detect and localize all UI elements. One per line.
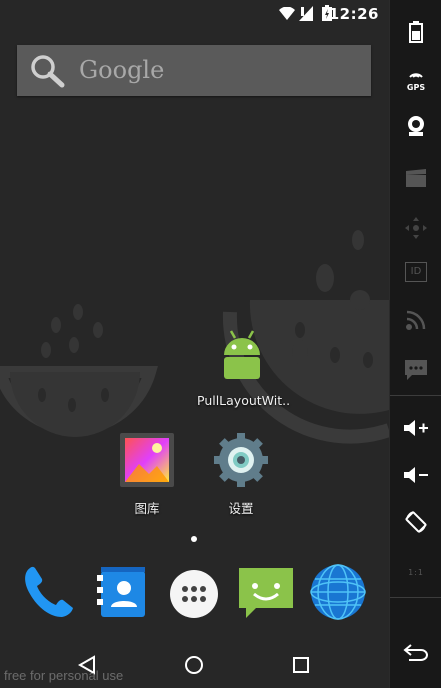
emulator-back-button[interactable]	[390, 632, 441, 672]
volume-up-icon	[404, 420, 428, 436]
emulator-device-id-button[interactable]: ID	[390, 252, 441, 292]
status-clock: 12:26	[328, 5, 379, 23]
phone-icon[interactable]	[18, 562, 78, 622]
page-indicator	[191, 536, 197, 542]
globe-icon[interactable]	[309, 563, 367, 621]
emulator-rotate-button[interactable]	[390, 502, 441, 542]
signal-icon	[299, 6, 313, 21]
sms-icon	[405, 360, 427, 380]
emulator-battery-button[interactable]	[390, 12, 441, 52]
app-label: PullLayoutWit..	[197, 393, 291, 408]
gps-label: GPS	[406, 83, 426, 92]
toolbar-divider	[390, 597, 441, 598]
dpad-icon	[405, 217, 427, 239]
gps-signal-icon	[409, 73, 423, 78]
android-app-icon	[224, 330, 260, 379]
volume-down-icon	[404, 467, 428, 483]
android-home-screen: 12:26 Google PullLayoutWit.. 图库 设置 free …	[0, 0, 389, 688]
battery-icon	[409, 21, 423, 43]
wifi-icon	[279, 7, 295, 20]
app-pulllayout[interactable]: PullLayoutWit..	[197, 325, 291, 408]
emulator-volume-up-button[interactable]	[390, 408, 441, 448]
google-search-bar[interactable]: Google	[17, 45, 371, 96]
device-id-label: ID	[405, 262, 427, 282]
messaging-icon[interactable]	[236, 562, 298, 622]
emulator-dpad-button[interactable]	[390, 208, 441, 248]
emulator-media-button[interactable]	[390, 158, 441, 198]
emulator-toolbar: GPS ID 1:1	[389, 0, 441, 688]
recents-icon[interactable]	[292, 656, 310, 674]
status-bar: 12:26	[0, 0, 389, 28]
emulator-network-button[interactable]	[390, 300, 441, 340]
app-label: 图库	[134, 501, 160, 516]
watermark-text: free for personal use	[4, 668, 124, 683]
settings-gear-icon	[214, 433, 268, 487]
back-arrow-icon	[403, 644, 428, 661]
network-icon	[406, 310, 426, 330]
emulator-sms-button[interactable]	[390, 350, 441, 390]
app-drawer-icon[interactable]	[166, 566, 222, 622]
google-logo-text: Google	[79, 56, 165, 84]
toolbar-divider	[390, 395, 441, 396]
webcam-icon	[408, 116, 424, 136]
emulator-volume-down-button[interactable]	[390, 455, 441, 495]
app-label: 设置	[228, 501, 254, 516]
clapperboard-icon	[406, 169, 426, 187]
home-icon[interactable]	[184, 655, 204, 675]
search-icon	[31, 55, 65, 88]
contacts-icon[interactable]	[93, 563, 153, 621]
emulator-scale-button[interactable]: 1:1	[390, 552, 441, 592]
app-settings[interactable]: 设置	[196, 430, 286, 517]
emulator-camera-button[interactable]	[390, 106, 441, 146]
gallery-icon	[120, 433, 174, 487]
scale-label: 1:1	[408, 567, 424, 577]
emulator-gps-button[interactable]: GPS	[390, 58, 441, 98]
app-gallery[interactable]: 图库	[102, 430, 192, 517]
rotate-icon	[405, 511, 427, 533]
